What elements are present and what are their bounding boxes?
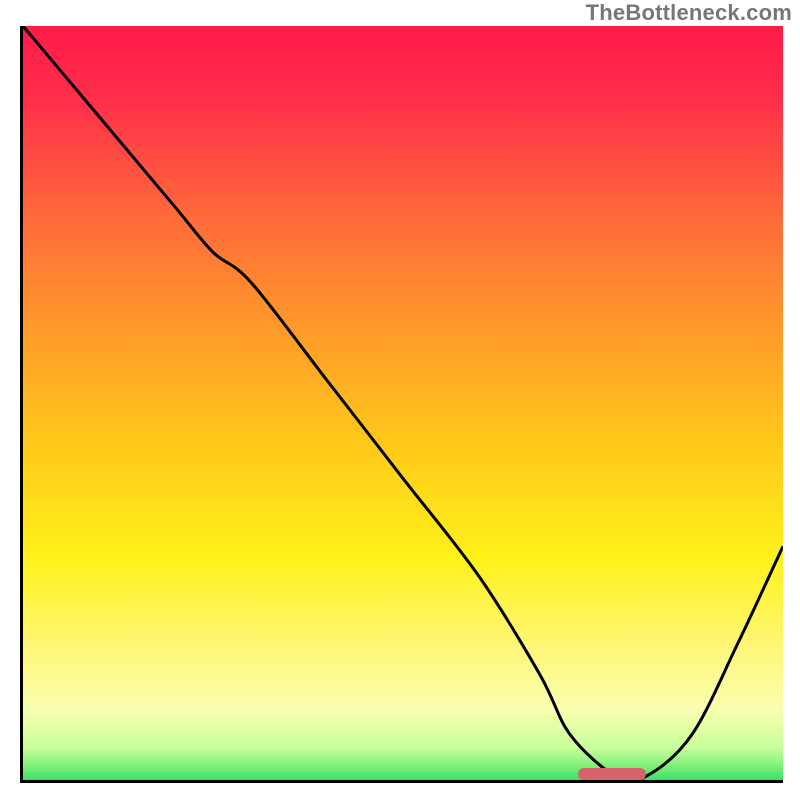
chart-container: TheBottleneck.com [0,0,800,800]
watermark-text: TheBottleneck.com [586,0,792,26]
plot-area [20,26,783,783]
optimal-range-marker [578,768,646,780]
bottleneck-curve [23,26,783,780]
